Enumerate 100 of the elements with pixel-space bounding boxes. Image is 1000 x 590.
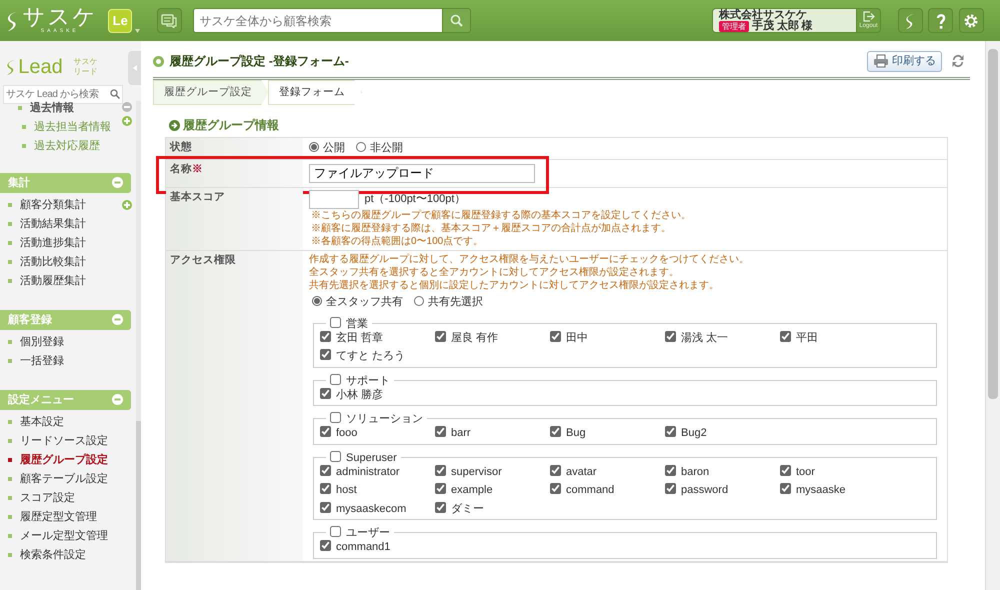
sidebar-item[interactable]: 個別登録 bbox=[0, 332, 141, 352]
search-field[interactable]: サスケ全体から顧客検索 bbox=[192, 8, 442, 33]
member-checkbox[interactable]: barr bbox=[435, 425, 550, 442]
checkbox[interactable] bbox=[665, 464, 676, 476]
member-checkbox[interactable]: supervisor bbox=[435, 464, 550, 480]
checkbox[interactable] bbox=[550, 483, 561, 494]
checkbox[interactable] bbox=[435, 330, 446, 342]
member-checkbox[interactable]: toor bbox=[780, 464, 895, 480]
checkbox[interactable] bbox=[435, 426, 446, 438]
checkbox[interactable] bbox=[320, 540, 331, 552]
group-checkbox[interactable]: ユーザー bbox=[330, 526, 390, 540]
radio-button[interactable] bbox=[356, 142, 366, 152]
sidebar-item[interactable]: 検索条件設定 bbox=[0, 546, 141, 565]
checkbox[interactable] bbox=[780, 330, 791, 342]
settings-button[interactable] bbox=[958, 8, 984, 33]
search-button[interactable] bbox=[442, 8, 470, 33]
sidebar-item[interactable]: リードソース設定 bbox=[0, 432, 141, 451]
member-checkbox[interactable]: 屋良 有作 bbox=[435, 330, 550, 346]
checkbox[interactable] bbox=[320, 502, 331, 513]
sidebar-item[interactable]: 顧客テーブル設定 bbox=[0, 470, 141, 489]
checkbox[interactable] bbox=[320, 349, 331, 360]
checkbox[interactable] bbox=[665, 483, 676, 494]
checkbox[interactable] bbox=[330, 450, 341, 462]
member-checkbox[interactable]: 玄田 哲章 bbox=[320, 330, 435, 346]
breadcrumb-item[interactable]: 登録フォーム bbox=[268, 80, 362, 106]
checkbox[interactable] bbox=[780, 483, 791, 494]
member-checkbox[interactable]: 田中 bbox=[550, 330, 665, 346]
member-checkbox[interactable]: baron bbox=[665, 464, 780, 480]
help-button[interactable] bbox=[928, 8, 953, 33]
member-checkbox[interactable]: password bbox=[665, 482, 780, 499]
checkbox[interactable] bbox=[550, 464, 561, 476]
checkbox[interactable] bbox=[550, 426, 561, 438]
chat-button[interactable] bbox=[156, 8, 182, 33]
collapse-handle[interactable] bbox=[128, 51, 141, 85]
text-field[interactable]: ファイルアップロード bbox=[309, 164, 535, 182]
score-field[interactable] bbox=[309, 190, 359, 208]
chat-icon bbox=[161, 14, 177, 28]
checkbox[interactable] bbox=[320, 426, 331, 438]
sidebar-item[interactable]: スコア設定 bbox=[0, 488, 141, 508]
radio-button[interactable] bbox=[414, 296, 424, 306]
member-checkbox[interactable]: 湯浅 太一 bbox=[665, 330, 780, 346]
member-checkbox[interactable]: mysaaske bbox=[780, 482, 895, 499]
checkbox[interactable] bbox=[435, 464, 446, 476]
member-checkbox[interactable]: Bug bbox=[550, 425, 665, 442]
checkbox[interactable] bbox=[780, 464, 791, 476]
sidebar-item[interactable]: 活動進捗集計 bbox=[0, 234, 141, 253]
checkbox[interactable] bbox=[435, 483, 446, 494]
checkbox[interactable] bbox=[330, 316, 341, 328]
checkbox[interactable] bbox=[330, 412, 341, 424]
page-scrollbar[interactable] bbox=[985, 41, 1000, 590]
checkbox[interactable] bbox=[330, 374, 341, 385]
radio-option[interactable]: 共有先選択 bbox=[414, 294, 483, 311]
sidebar-scrollbar[interactable] bbox=[136, 101, 141, 590]
radio-button[interactable] bbox=[309, 142, 319, 152]
printer-icon[interactable] bbox=[873, 54, 890, 68]
member-checkbox[interactable]: 小林 勝彦 bbox=[320, 386, 435, 404]
sidebar-item[interactable]: メール定型文管理 bbox=[0, 526, 141, 546]
radio-option[interactable]: 公開 bbox=[309, 140, 345, 156]
sidebar-item[interactable]: 履歴グループ設定 bbox=[0, 450, 141, 470]
sidebar-item[interactable]: 一括登録 bbox=[0, 352, 141, 371]
checkbox[interactable] bbox=[435, 502, 446, 513]
radio-option[interactable]: 全スタッフ共有 bbox=[312, 294, 403, 311]
member-checkbox[interactable]: command bbox=[550, 482, 665, 499]
member-checkbox[interactable]: example bbox=[435, 482, 550, 499]
group-checkbox[interactable]: Superuser bbox=[330, 450, 397, 464]
checkbox[interactable] bbox=[320, 388, 331, 399]
member-checkbox[interactable]: Bug2 bbox=[665, 425, 780, 442]
checkbox[interactable] bbox=[330, 526, 341, 538]
group-checkbox[interactable]: サポート bbox=[330, 374, 390, 387]
sidebar-item[interactable]: 活動比較集計 bbox=[0, 252, 141, 272]
member-checkbox[interactable]: mysaaskecom bbox=[320, 500, 435, 518]
sidebar-item[interactable]: 過去情報 bbox=[0, 102, 141, 118]
member-checkbox[interactable]: てすと たろう bbox=[320, 348, 435, 365]
help-icon bbox=[936, 12, 946, 28]
breadcrumb-item[interactable]: 履歴グループ設定 bbox=[153, 80, 269, 106]
member-checkbox[interactable]: avatar bbox=[550, 464, 665, 480]
refresh-icon[interactable] bbox=[950, 53, 966, 70]
lead-app-button[interactable] bbox=[898, 8, 922, 33]
checkbox[interactable] bbox=[320, 464, 331, 476]
checkbox[interactable] bbox=[665, 330, 676, 342]
member-checkbox[interactable]: fooo bbox=[320, 425, 435, 442]
member-checkbox[interactable]: ダミー bbox=[435, 500, 550, 518]
print-button[interactable]: 印刷する bbox=[867, 51, 942, 72]
member-checkbox[interactable]: 平田 bbox=[780, 330, 895, 346]
radio-button[interactable] bbox=[312, 296, 322, 306]
member-checkbox[interactable]: administrator bbox=[320, 464, 435, 480]
checkbox[interactable] bbox=[320, 330, 331, 342]
sidebar-item[interactable]: 履歴定型文管理 bbox=[0, 508, 141, 527]
sidebar-item[interactable]: 活動履歴集計 bbox=[0, 272, 141, 291]
sidebar-item[interactable]: 顧客分類集計 bbox=[0, 196, 141, 215]
group-checkbox[interactable]: ソリューション bbox=[330, 412, 423, 426]
member-checkbox[interactable]: host bbox=[320, 482, 435, 499]
checkbox[interactable] bbox=[665, 426, 676, 438]
group-checkbox[interactable]: 営業 bbox=[330, 316, 368, 330]
member-checkbox[interactable]: command1 bbox=[320, 539, 435, 556]
sidebar-item[interactable]: 活動結果集計 bbox=[0, 214, 141, 234]
checkbox[interactable] bbox=[550, 330, 561, 342]
sidebar-item[interactable]: 基本設定 bbox=[0, 412, 141, 432]
radio-option[interactable]: 非公開 bbox=[356, 140, 403, 156]
checkbox[interactable] bbox=[320, 483, 331, 494]
